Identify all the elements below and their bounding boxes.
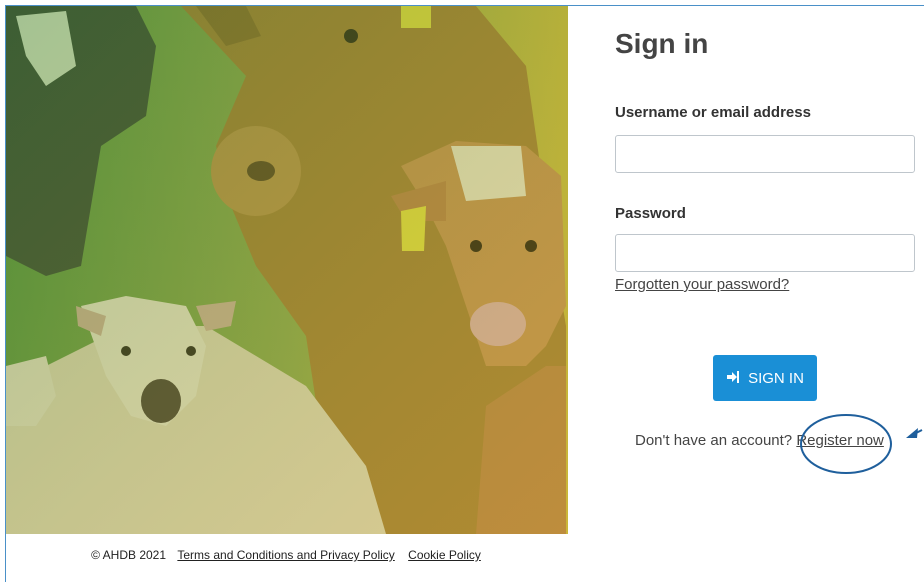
livestock-photo	[6, 6, 568, 534]
password-label: Password	[615, 205, 686, 222]
username-field[interactable]	[615, 135, 915, 173]
sign-in-button[interactable]: SIGN IN	[713, 355, 817, 401]
hero-image-livestock	[6, 6, 568, 534]
footer: © AHDB 2021 Terms and Conditions and Pri…	[6, 548, 568, 562]
page-title: Sign in	[615, 28, 709, 59]
username-label: Username or email address	[615, 104, 811, 121]
sign-in-icon	[726, 370, 740, 387]
terms-privacy-link[interactable]: Terms and Conditions and Privacy Policy	[177, 548, 394, 562]
password-field[interactable]	[615, 234, 915, 272]
cookie-policy-link[interactable]: Cookie Policy	[408, 548, 481, 562]
copyright-text: © AHDB 2021	[91, 548, 167, 562]
sign-in-label: SIGN IN	[748, 369, 804, 387]
register-now-link[interactable]: Register now	[796, 432, 884, 449]
no-account-text: Don't have an account?	[635, 432, 793, 449]
forgot-password-link[interactable]: Forgotten your password?	[615, 276, 789, 293]
register-row: Don't have an account? Register now	[635, 432, 884, 449]
